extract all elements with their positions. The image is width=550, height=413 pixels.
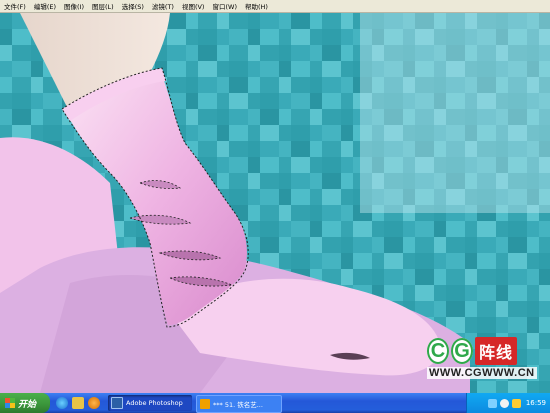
windows-flag-icon <box>5 398 15 408</box>
menu-view[interactable]: 视图(V) <box>178 1 209 11</box>
watermark-cn-text: 阵线 <box>475 337 518 365</box>
quick-launch-bar <box>56 397 100 409</box>
menu-window[interactable]: 窗口(W) <box>208 1 241 11</box>
watermark-letter-g: G <box>451 338 473 364</box>
menu-select[interactable]: 选择(S) <box>118 1 148 11</box>
menu-layer[interactable]: 图层(L) <box>88 1 118 11</box>
media-player-icon[interactable] <box>88 397 100 409</box>
taskbar: 开始 Adobe Photoshop *** 51. 铁名艺... 16:59 <box>0 393 550 413</box>
taskbar-button-forum[interactable]: *** 51. 铁名艺... <box>196 395 282 413</box>
volume-icon[interactable] <box>499 398 509 408</box>
menu-filter[interactable]: 滤镜(T) <box>148 1 178 11</box>
system-tray: 16:59 <box>466 393 550 413</box>
menu-edit[interactable]: 编辑(E) <box>30 1 60 11</box>
network-icon[interactable] <box>487 398 497 408</box>
clock[interactable]: 16:59 <box>526 399 546 407</box>
watermark-logo: C G 阵线 <box>427 337 518 365</box>
forum-icon <box>200 399 210 409</box>
photoshop-icon <box>111 397 123 409</box>
menu-image[interactable]: 图像(I) <box>60 1 88 11</box>
watermark-url: WWW.CGWWW.CN <box>427 367 537 379</box>
input-method-icon[interactable] <box>511 398 521 408</box>
menu-file[interactable]: 文件(F) <box>0 1 30 11</box>
taskbar-button-label: *** 51. 铁名艺... <box>213 401 263 409</box>
menu-help[interactable]: 帮助(H) <box>241 1 272 11</box>
ie-icon[interactable] <box>56 397 68 409</box>
show-desktop-icon[interactable] <box>72 397 84 409</box>
canvas-artwork <box>0 13 550 393</box>
document-canvas[interactable]: C G 阵线 WWW.CGWWW.CN <box>0 13 550 393</box>
menu-bar: 文件(F) 编辑(E) 图像(I) 图层(L) 选择(S) 滤镜(T) 视图(V… <box>0 0 550 13</box>
watermark-letter-c: C <box>427 338 449 364</box>
cg-watermark: C G 阵线 WWW.CGWWW.CN <box>427 337 545 383</box>
taskbar-button-label: Adobe Photoshop <box>126 399 183 407</box>
taskbar-button-photoshop[interactable]: Adobe Photoshop <box>108 395 192 411</box>
start-button[interactable]: 开始 <box>0 393 50 413</box>
start-label: 开始 <box>18 399 37 410</box>
